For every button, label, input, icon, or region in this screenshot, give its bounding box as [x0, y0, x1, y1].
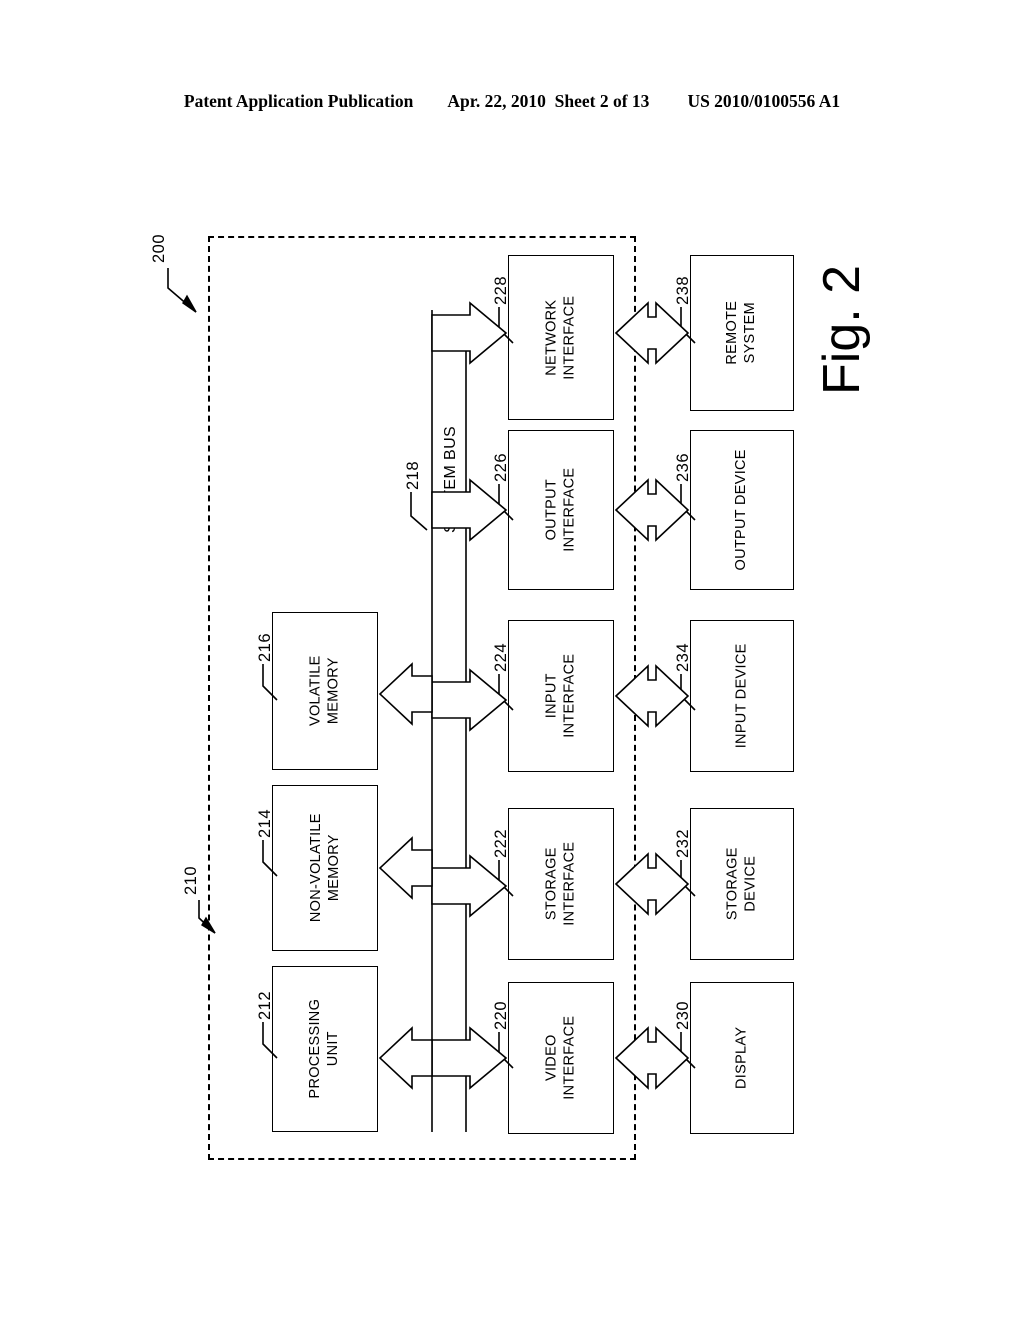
ref-230: 230 [674, 1000, 692, 1030]
ref-236: 236 [674, 452, 692, 482]
block-input-interface-label: INPUT INTERFACE [543, 653, 577, 739]
figure-label: Fig. 2 [813, 264, 871, 395]
block-processing-unit: PROCESSING UNIT [272, 966, 378, 1132]
ref-210: 210 [182, 865, 200, 895]
block-network-interface-label: NETWORK INTERFACE [543, 295, 577, 380]
block-remote-system: REMOTE SYSTEM [690, 255, 794, 411]
block-display: DISPLAY [690, 982, 794, 1134]
block-volatile-memory: VOLATILE MEMORY [272, 612, 378, 770]
block-non-volatile-memory: NON-VOLATILE MEMORY [272, 785, 378, 951]
block-network-interface: NETWORK INTERFACE [508, 255, 614, 420]
block-input-interface: INPUT INTERFACE [508, 620, 614, 772]
ref-226: 226 [492, 452, 510, 482]
block-non-volatile-memory-label: NON-VOLATILE MEMORY [307, 813, 342, 923]
ref-232: 232 [674, 828, 692, 858]
ref-200: 200 [150, 233, 168, 263]
block-video-interface: VIDEO INTERFACE [508, 982, 614, 1134]
ref-214: 214 [256, 808, 274, 838]
block-storage-interface: STORAGE INTERFACE [508, 808, 614, 960]
figure-2-drawing: PROCESSING UNIT NON-VOLATILE MEMORY VOLATI… [0, 0, 1024, 1320]
ref-222: 222 [492, 828, 510, 858]
block-output-interface-label: OUTPUT INTERFACE [543, 467, 577, 553]
ref-216: 216 [256, 632, 274, 662]
block-storage-device: STORAGE DEVICE [690, 808, 794, 960]
block-video-interface-label: VIDEO INTERFACE [543, 1015, 577, 1101]
ref-234: 234 [674, 642, 692, 672]
block-output-interface: OUTPUT INTERFACE [508, 430, 614, 590]
leader-200 [167, 268, 197, 313]
block-output-device: OUTPUT DEVICE [690, 430, 794, 590]
block-storage-device-label: STORAGE DEVICE [724, 847, 758, 921]
ref-224: 224 [492, 642, 510, 672]
block-processing-unit-label: PROCESSING UNIT [307, 999, 341, 1099]
ref-218: 218 [404, 460, 422, 490]
ref-228: 228 [492, 275, 510, 305]
block-storage-interface-label: STORAGE INTERFACE [543, 841, 577, 927]
block-remote-system-label: REMOTE SYSTEM [724, 301, 758, 365]
block-input-device-label: INPUT DEVICE [733, 643, 750, 749]
ref-212: 212 [256, 990, 274, 1020]
ref-220: 220 [492, 1000, 510, 1030]
block-volatile-memory-label: VOLATILE MEMORY [307, 655, 341, 727]
block-display-label: DISPLAY [733, 1026, 750, 1090]
block-output-device-label: OUTPUT DEVICE [733, 449, 750, 571]
ref-238: 238 [674, 275, 692, 305]
block-input-device: INPUT DEVICE [690, 620, 794, 772]
system-bus-label: SYSTEM BUS [442, 425, 459, 533]
